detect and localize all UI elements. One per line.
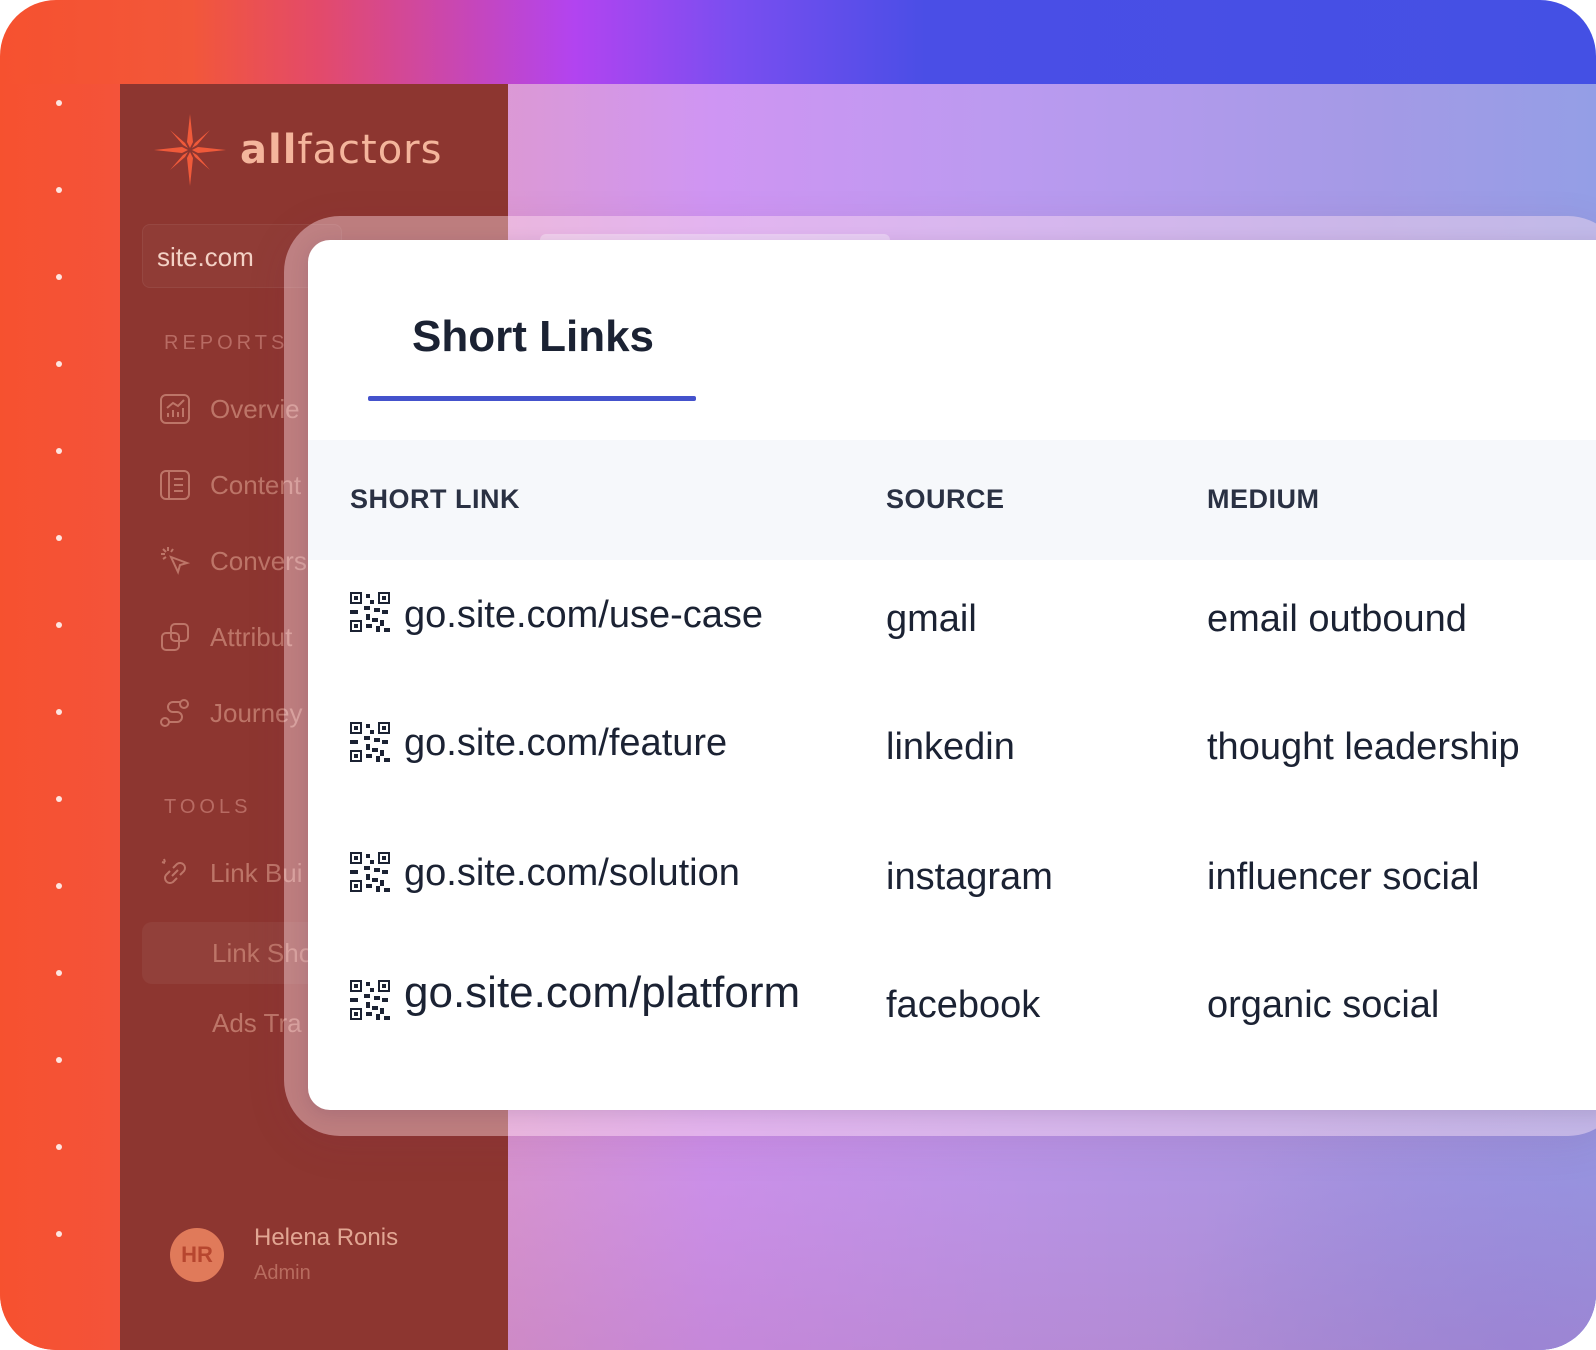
table-header: SHORT LINK SOURCE MEDIUM <box>308 440 1596 560</box>
qr-code-icon[interactable] <box>350 980 390 1020</box>
medium-cell: organic social <box>1207 984 1440 1026</box>
sidebar-item-link-builder[interactable]: Link Bui <box>158 856 303 890</box>
sidebar-item-content[interactable]: Content <box>158 468 301 502</box>
source-cell: facebook <box>886 984 1041 1026</box>
medium-cell: influencer social <box>1207 856 1480 898</box>
avatar: HR <box>170 1227 224 1282</box>
qr-code-icon[interactable] <box>350 722 390 762</box>
decorative-dots <box>56 100 64 1318</box>
medium-cell: email outbound <box>1207 598 1467 640</box>
column-source[interactable]: SOURCE <box>886 484 1005 515</box>
active-tab-indicator <box>368 396 696 401</box>
sidebar-item-overview[interactable]: Overvie <box>158 392 300 426</box>
cursor-click-icon <box>161 547 191 575</box>
column-medium[interactable]: MEDIUM <box>1207 484 1320 515</box>
user-profile[interactable]: HR Helena Ronis Admin <box>170 1224 398 1285</box>
chart-icon <box>160 394 190 424</box>
qr-code-icon[interactable] <box>350 592 390 632</box>
medium-cell: thought leadership <box>1207 726 1520 768</box>
copy-icon <box>161 623 189 651</box>
source-cell: instagram <box>886 856 1053 898</box>
brand-name: allfactors <box>240 127 443 173</box>
short-link-url[interactable]: go.site.com/platform <box>404 968 800 1018</box>
reports-section-title: REPORTS <box>164 332 289 354</box>
route-icon <box>160 699 189 727</box>
source-cell: gmail <box>886 598 977 640</box>
sidebar-item-attribution[interactable]: Attribut <box>158 620 292 654</box>
short-link-url[interactable]: go.site.com/solution <box>404 852 740 895</box>
tab-short-links[interactable]: Short Links <box>412 312 654 362</box>
starburst-logo-icon <box>154 114 226 186</box>
link-icon <box>161 858 186 884</box>
user-name: Helena Ronis <box>254 1224 399 1251</box>
sidebar-item-journeys[interactable]: Journey <box>158 696 303 730</box>
app-frame: allfactors site.com REPORTS Overvie Cont… <box>0 0 1596 1350</box>
short-link-url[interactable]: go.site.com/use-case <box>404 594 763 637</box>
short-links-panel: Short Links SHORT LINK SOURCE MEDIUM go.… <box>308 240 1596 1110</box>
table-row[interactable]: go.site.com/platform facebook organic so… <box>308 952 1596 1082</box>
brand-logo[interactable]: allfactors <box>152 112 442 188</box>
document-icon <box>160 470 190 500</box>
qr-code-icon[interactable] <box>350 852 390 892</box>
column-short-link[interactable]: SHORT LINK <box>350 484 520 515</box>
table-row[interactable]: go.site.com/use-case gmail email outboun… <box>308 562 1596 692</box>
user-role: Admin <box>254 1262 311 1284</box>
short-link-url[interactable]: go.site.com/feature <box>404 722 727 765</box>
tools-section-title: TOOLS <box>164 796 252 818</box>
source-cell: linkedin <box>886 726 1015 768</box>
table-row[interactable]: go.site.com/solution instagram influence… <box>308 822 1596 952</box>
table-row[interactable]: go.site.com/feature linkedin thought lea… <box>308 692 1596 822</box>
